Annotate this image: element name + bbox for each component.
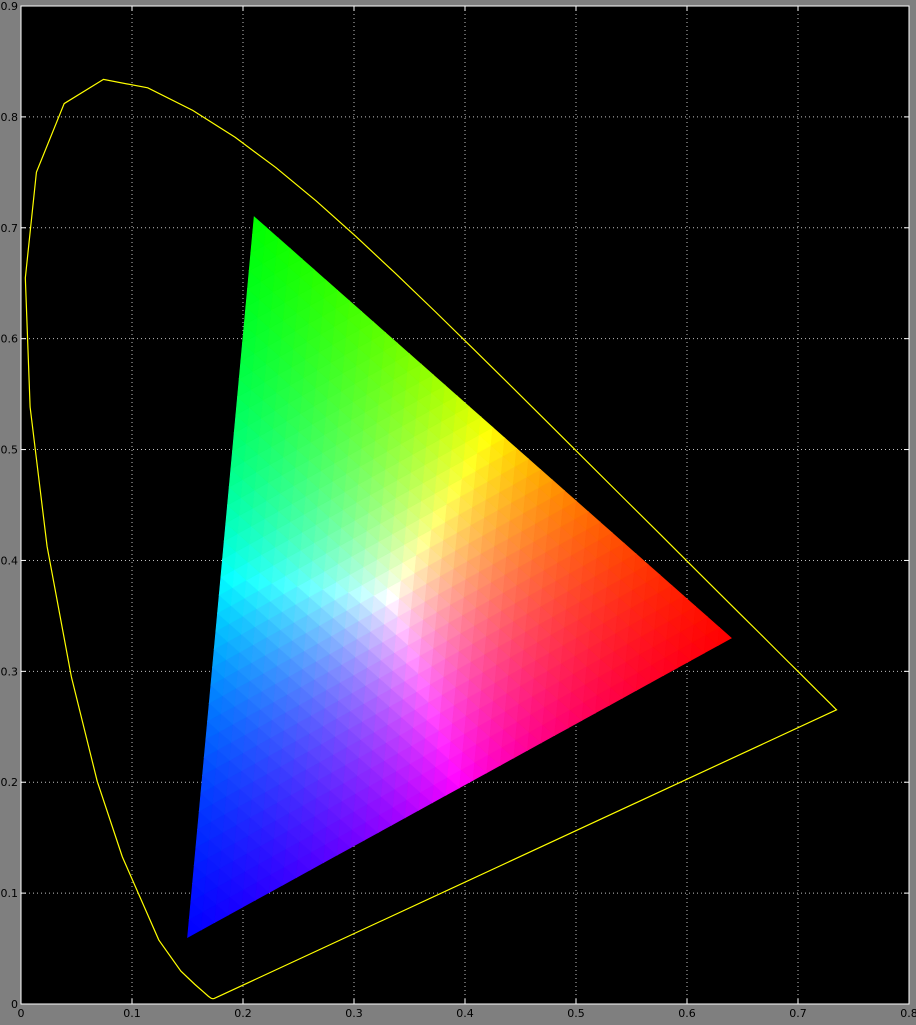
y-tick-label-2: 0.2 xyxy=(1,776,19,789)
y-tick-label-6: 0.6 xyxy=(1,333,19,346)
x-tick-label-1: 0.1 xyxy=(123,1007,141,1020)
y-tick-label-5: 0.5 xyxy=(1,444,19,457)
y-tick-label-7: 0.7 xyxy=(1,222,19,235)
x-tick-label-5: 0.5 xyxy=(567,1007,585,1020)
y-tick-label-0: 0 xyxy=(11,998,18,1011)
x-tick-label-0: 0 xyxy=(18,1007,25,1020)
x-tick-label-4: 0.4 xyxy=(456,1007,474,1020)
y-tick-label-4: 0.4 xyxy=(1,554,19,567)
y-tick-label-9: 0.9 xyxy=(1,0,19,13)
x-tick-label-2: 0.2 xyxy=(234,1007,252,1020)
chromaticity-plot: 0 0.1 0.2 0.3 0.4 0.5 0.6 0.7 0.8 0 0.1 0.2 0.3 0.4 0.… xyxy=(0,0,916,1021)
chromaticity-chart: 0 0.1 0.2 0.3 0.4 0.5 0.6 0.7 0.8 0 0.1 0.2 0.3 0.4 0.… xyxy=(0,0,916,1021)
y-tick-label-3: 0.3 xyxy=(1,665,19,678)
x-tick-label-8: 0.8 xyxy=(900,1007,916,1020)
y-tick-label-1: 0.1 xyxy=(1,887,19,900)
x-tick-label-7: 0.7 xyxy=(789,1007,807,1020)
x-tick-label-6: 0.6 xyxy=(678,1007,696,1020)
x-tick-label-3: 0.3 xyxy=(345,1007,363,1020)
y-tick-label-8: 0.8 xyxy=(1,111,19,124)
